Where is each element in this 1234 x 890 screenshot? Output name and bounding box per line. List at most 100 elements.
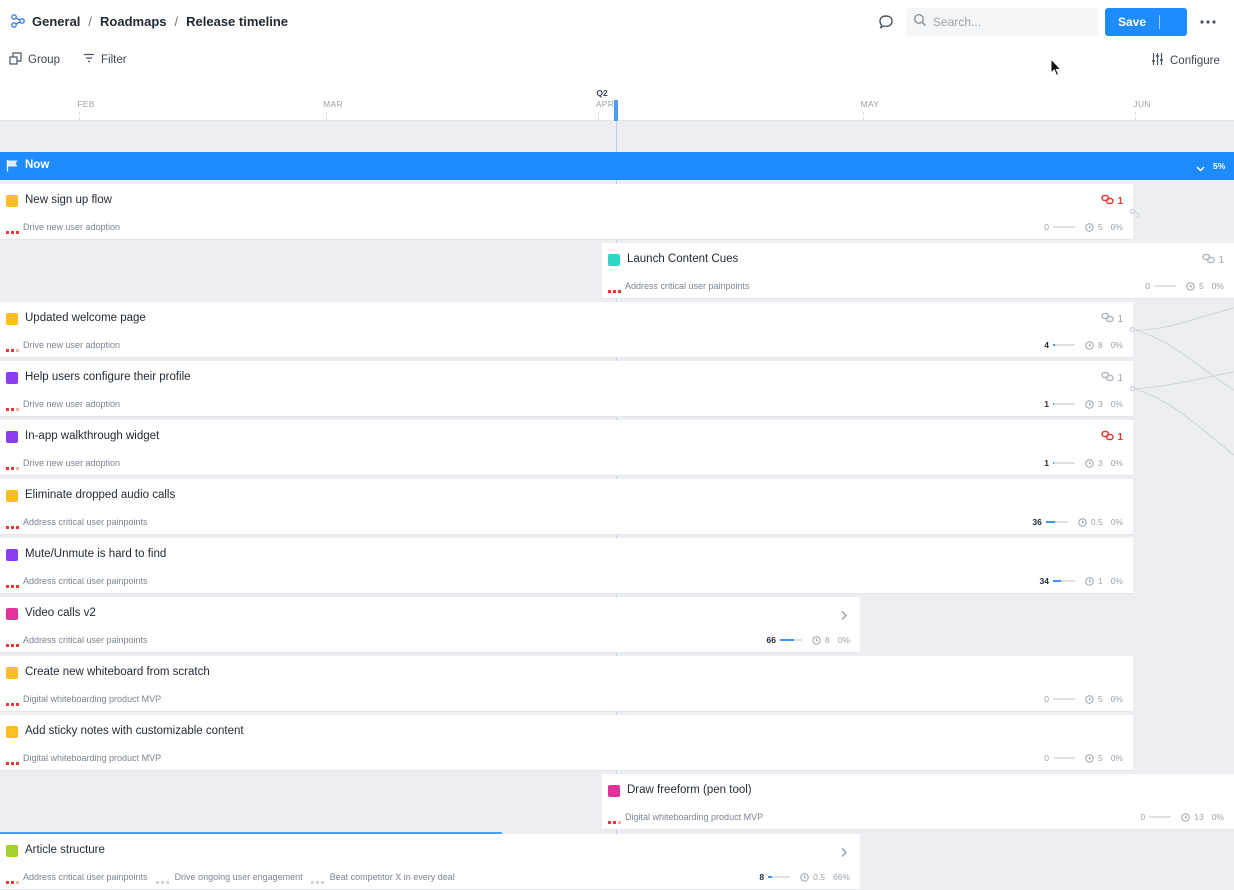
search-input[interactable] <box>933 15 1083 29</box>
feature-card[interactable]: Video calls v2 Address critical user pain… <box>0 597 860 653</box>
dependency-handle[interactable] <box>1130 386 1135 391</box>
objective-dashes-icon <box>155 876 170 884</box>
group-icon <box>9 52 22 68</box>
progress-percent: 0% <box>1110 517 1123 527</box>
comment-icon[interactable] <box>877 13 895 31</box>
effort-value: 5 <box>1097 753 1103 763</box>
objective-label: Drive new user adoption <box>23 458 121 468</box>
dependency-count[interactable]: 1 <box>1101 312 1123 326</box>
effort-value: 1 <box>1097 576 1103 586</box>
insight-bar <box>1052 344 1075 346</box>
insight-bar <box>768 876 791 878</box>
status-color-icon <box>6 549 18 561</box>
progress-percent: 0% <box>837 635 850 645</box>
chevron-right-icon[interactable] <box>840 845 848 858</box>
card-metrics: 0 5 0% <box>1041 753 1123 763</box>
month-label: MAR <box>323 99 343 109</box>
roadmap-icon <box>10 13 26 29</box>
progress-percent: 0% <box>1110 694 1123 704</box>
objective-list: Drive new user adoption <box>6 458 121 470</box>
save-button-divider <box>1159 15 1160 29</box>
insight-count: 66 <box>766 635 776 645</box>
month-tick <box>1135 112 1136 121</box>
objective-list: Drive new user adoption <box>6 399 120 411</box>
more-options-icon[interactable] <box>1198 13 1218 31</box>
status-color-icon <box>6 608 18 620</box>
objective-dashes-icon <box>6 226 19 234</box>
feature-card[interactable]: Draw freeform (pen tool) Digital whiteboa… <box>602 774 1234 830</box>
group-header-now[interactable]: Now 5% <box>0 152 1234 180</box>
progress-percent: 0% <box>1110 576 1123 586</box>
feature-card[interactable]: Launch Content Cues Address critical user… <box>602 243 1234 299</box>
dependency-value: 1 <box>1117 313 1123 325</box>
insight-count: 0 <box>1044 222 1049 232</box>
insight-count: 0 <box>1145 281 1150 291</box>
month-label: JUN <box>1133 99 1151 109</box>
dependency-count[interactable]: 1 <box>1101 371 1123 385</box>
objective-dashes-icon <box>6 403 19 411</box>
dependency-count[interactable]: 1 <box>1101 430 1123 444</box>
objective-label: Address critical user painpoints <box>23 576 148 586</box>
clock-icon <box>1085 694 1094 704</box>
month-label: FEB <box>77 99 95 109</box>
chevron-down-icon[interactable] <box>1195 161 1206 172</box>
objective-list: Address critical user painpoints Drive on… <box>6 872 455 884</box>
insight-count: 4 <box>1044 340 1049 350</box>
today-marker <box>614 100 618 121</box>
chevron-right-icon[interactable] <box>840 608 848 621</box>
feature-card[interactable]: Help users configure their profile Drive … <box>0 361 1133 417</box>
progress-percent: 0% <box>1110 399 1123 409</box>
insight-bar <box>779 639 802 641</box>
feature-title: Create new whiteboard from scratch <box>25 666 210 678</box>
month-tick <box>863 112 864 121</box>
feature-title: In-app walkthrough widget <box>25 430 160 442</box>
feature-card[interactable]: Add sticky notes with customizable conte… <box>0 715 1133 771</box>
progress-percent: 66% <box>832 872 850 882</box>
dependency-handle[interactable] <box>1130 327 1135 332</box>
feature-card[interactable]: Mute/Unmute is hard to find Address criti… <box>0 538 1133 594</box>
dependency-count[interactable]: 1 <box>1202 253 1224 267</box>
search-box[interactable] <box>906 8 1098 36</box>
dependency-value: 1 <box>1117 431 1123 443</box>
feature-card[interactable]: Article structure Address critical user p… <box>0 832 860 890</box>
insight-bar <box>1045 521 1068 523</box>
breadcrumb-roadmaps[interactable]: Roadmaps <box>100 14 166 29</box>
save-button[interactable]: Save <box>1105 8 1187 36</box>
quarter-label: Q2 <box>596 88 608 98</box>
group-button[interactable]: Group <box>9 52 60 68</box>
dependency-value: 1 <box>1218 254 1224 266</box>
status-color-icon <box>6 195 18 207</box>
feature-card[interactable]: New sign up flow Drive new user adoption 1… <box>0 184 1133 240</box>
feature-card[interactable]: Eliminate dropped audio calls Address cri… <box>0 479 1133 535</box>
effort-value: 5 <box>1097 222 1103 232</box>
progress-percent: 0% <box>1211 812 1224 822</box>
filter-button[interactable]: Filter <box>83 52 127 67</box>
dependency-handle[interactable] <box>1130 209 1135 214</box>
top-bar: General / Roadmaps / Release timeline Sa… <box>0 0 1234 44</box>
feature-card[interactable]: In-app walkthrough widget Drive new user … <box>0 420 1133 476</box>
objective-label: Drive ongoing user engagement <box>174 872 303 882</box>
feature-card[interactable]: Updated welcome page Drive new user adopt… <box>0 302 1133 358</box>
clock-icon <box>812 635 821 645</box>
feature-card[interactable]: Create new whiteboard from scratch Digita… <box>0 656 1133 712</box>
objective-dashes-icon <box>6 639 19 647</box>
objective-dashes-icon <box>608 285 621 293</box>
insight-bar <box>1149 816 1172 818</box>
feature-title: Article structure <box>25 844 105 856</box>
status-color-icon <box>6 667 18 679</box>
insight-bar <box>1052 226 1075 228</box>
objective-dashes-icon <box>6 344 19 352</box>
insight-count: 34 <box>1039 576 1049 586</box>
dependency-count[interactable]: 1 <box>1101 194 1123 208</box>
breadcrumb: General / Roadmaps / Release timeline <box>10 13 288 29</box>
effort-value: 5 <box>1198 281 1204 291</box>
effort-value: 5 <box>1097 694 1103 704</box>
card-metrics: 0 5 0% <box>1041 222 1123 232</box>
month-tick <box>598 112 599 121</box>
save-button-label: Save <box>1117 15 1147 29</box>
group-name: Now <box>25 159 50 171</box>
configure-button[interactable]: Configure <box>1151 52 1220 69</box>
objective-list: Drive new user adoption <box>6 222 120 234</box>
objective-list: Digital whiteboarding product MVP <box>6 694 161 706</box>
breadcrumb-general[interactable]: General <box>32 14 80 29</box>
